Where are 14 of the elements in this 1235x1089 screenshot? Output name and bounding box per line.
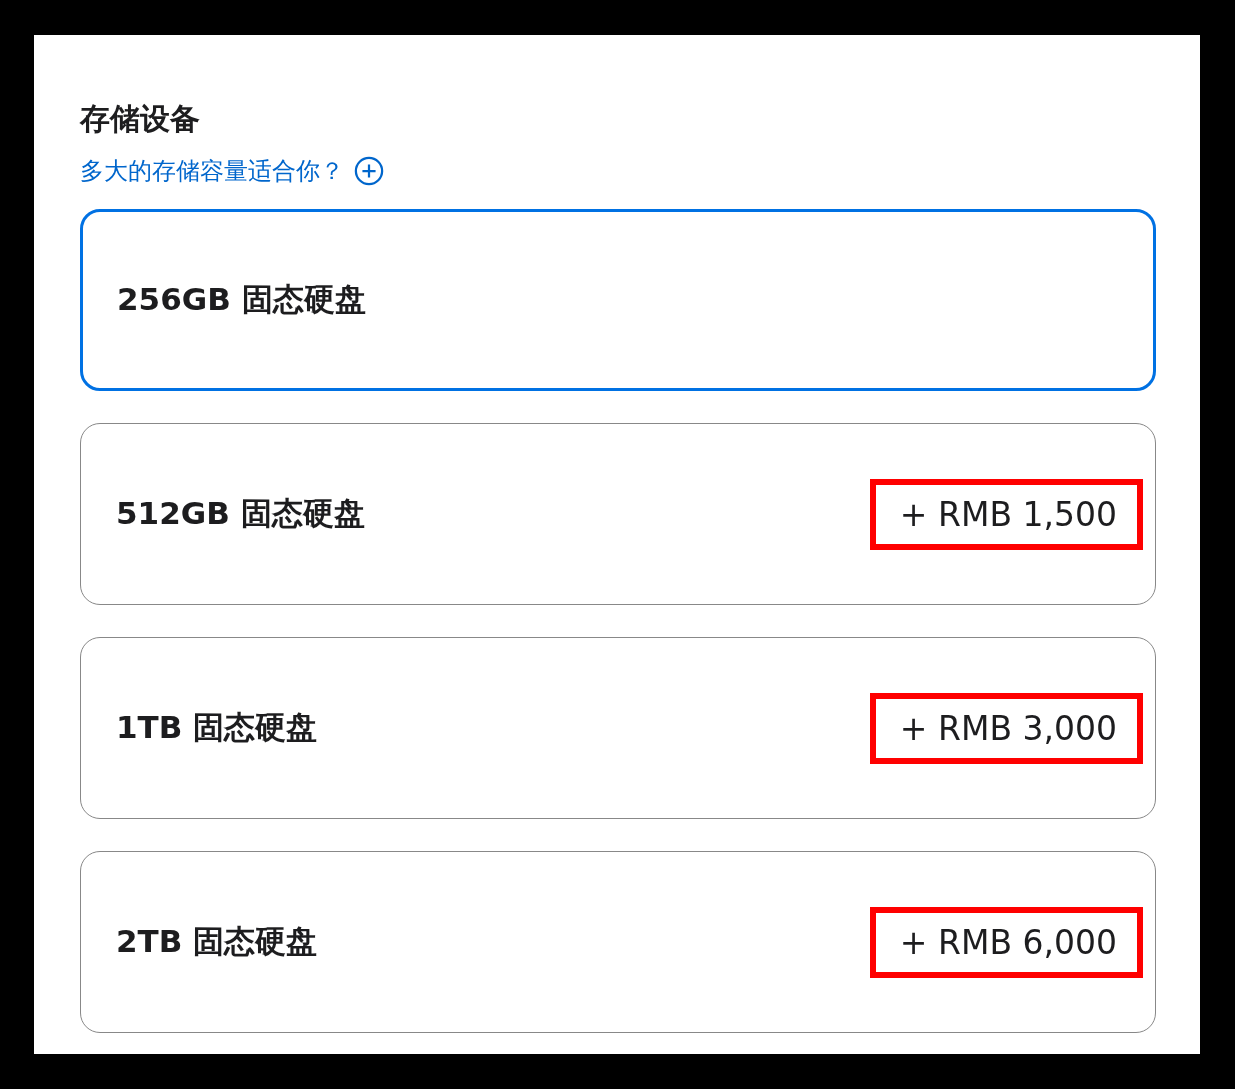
storage-option[interactable]: 512GB 固态硬盘 + RMB 1,500 bbox=[80, 423, 1156, 605]
option-price: + RMB 6,000 bbox=[869, 906, 1143, 978]
storage-option[interactable]: 256GB 固态硬盘 bbox=[80, 209, 1156, 391]
option-label: 256GB 固态硬盘 bbox=[117, 280, 366, 319]
storage-option[interactable]: 2TB 固态硬盘 + RMB 6,000 bbox=[80, 851, 1156, 1033]
option-price: + RMB 3,000 bbox=[869, 692, 1143, 764]
option-price: + RMB 1,500 bbox=[869, 478, 1143, 550]
help-link[interactable]: 多大的存储容量适合你？ bbox=[80, 155, 344, 187]
option-label: 2TB 固态硬盘 bbox=[116, 922, 318, 961]
storage-option[interactable]: 1TB 固态硬盘 + RMB 3,000 bbox=[80, 637, 1156, 819]
section-title: 存储设备 bbox=[80, 100, 201, 138]
plus-circle-icon[interactable] bbox=[354, 156, 384, 186]
option-label: 1TB 固态硬盘 bbox=[116, 708, 318, 747]
option-label: 512GB 固态硬盘 bbox=[116, 494, 365, 533]
